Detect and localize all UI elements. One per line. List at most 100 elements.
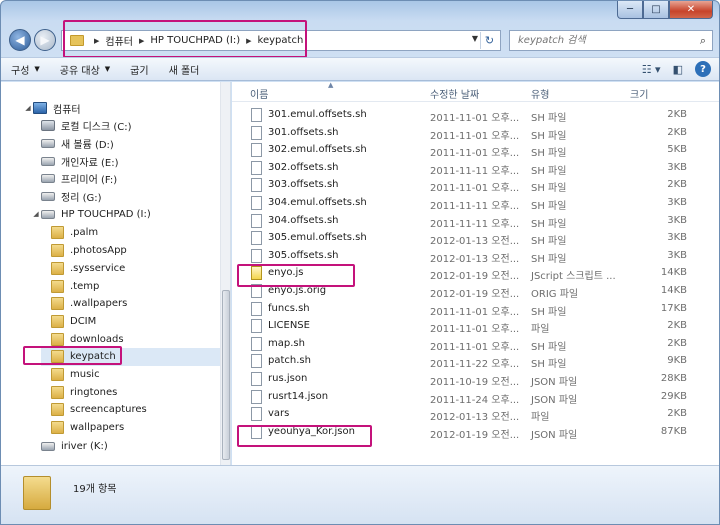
file-name: 301.emul.offsets.sh <box>268 109 367 120</box>
file-row[interactable]: enyo.js 2012-01-19 오전... JScript 스크립트 ... 1… <box>248 265 708 282</box>
file-date: 2011-11-01 오후... <box>430 324 520 336</box>
file-name: map.sh <box>268 337 305 349</box>
column-type[interactable]: 유형 <box>531 86 549 101</box>
nav-item[interactable]: .temp <box>41 277 220 295</box>
breadcrumb-computer[interactable]: 컴퓨터 <box>105 33 133 48</box>
file-row[interactable]: 301.offsets.sh 2011-11-01 오후... SH 파일 2KB <box>248 125 708 142</box>
file-row[interactable]: enyo.js.orig 2012-01-19 오전... ORIG 파일 14KB <box>248 283 708 300</box>
address-bar[interactable]: ▶ 컴퓨터 ▶ HP TOUCHPAD (I:) ▶ keypatch ▼ ↻ <box>61 30 501 51</box>
nav-item[interactable]: ringtones <box>41 383 220 401</box>
arrow-right-icon: ▶ <box>40 33 50 47</box>
nav-item[interactable]: DCIM <box>41 312 220 330</box>
nav-item[interactable]: 개인자료 (E:) <box>31 152 220 170</box>
forward-button[interactable]: ▶ <box>34 29 56 51</box>
nav-item[interactable]: .photosApp <box>41 242 220 260</box>
file-row[interactable]: 304.emul.offsets.sh 2011-11-11 오후... SH 파일… <box>248 195 708 212</box>
file-row[interactable]: 304.offsets.sh 2011-11-11 오후... SH 파일 3KB <box>248 213 708 230</box>
navigation-pane: ◢ 컴퓨터 로컬 디스크 (C:) 새 볼륨 (D:) 개인자료 (E:) 프리미어 (F… <box>1 82 231 465</box>
file-row[interactable]: vars 2012-01-13 오전... 파일 2KB <box>248 406 708 423</box>
file-icon <box>251 248 262 263</box>
view-options-icon[interactable]: ☷ ▾ <box>642 63 661 76</box>
maximize-button[interactable]: □ <box>643 1 669 19</box>
sort-ascending-icon: ▲ <box>328 81 334 89</box>
new-folder-button[interactable]: 새 폴더 <box>159 62 210 77</box>
minimize-button[interactable]: ─ <box>617 1 643 19</box>
file-row[interactable]: 302.offsets.sh 2011-11-11 오후... SH 파일 3KB <box>248 160 708 177</box>
file-row[interactable]: rusrt14.json 2011-11-24 오후... JSON 파일 29KB <box>248 389 708 406</box>
address-history-dropdown[interactable]: ▼ <box>472 34 478 43</box>
expand-arrow-icon[interactable]: ◢ <box>31 210 41 218</box>
refresh-icon[interactable]: ↻ <box>480 32 498 49</box>
file-row[interactable]: map.sh 2011-11-01 오후... SH 파일 2KB <box>248 336 708 353</box>
file-row[interactable]: 301.emul.offsets.sh 2011-11-01 오후... SH 파일… <box>248 107 708 124</box>
nav-item[interactable]: screencaptures <box>41 401 220 419</box>
nav-item[interactable]: keypatch <box>41 347 220 366</box>
nav-item-label: 새 볼륨 (D:) <box>61 139 114 151</box>
file-row[interactable]: 305.emul.offsets.sh 2012-01-13 오전... SH 파일… <box>248 230 708 247</box>
nav-item[interactable]: music <box>41 366 220 384</box>
nav-item-label: wallpapers <box>70 422 125 434</box>
file-size: 17KB <box>660 302 687 314</box>
file-row[interactable]: 303.offsets.sh 2011-11-01 오후... SH 파일 2KB <box>248 177 708 194</box>
preview-pane-icon[interactable]: ◧ <box>673 63 683 76</box>
file-row[interactable]: rus.json 2011-10-19 오전... JSON 파일 28KB <box>248 371 708 388</box>
file-type: SH 파일 <box>531 148 567 160</box>
file-icon <box>251 301 262 316</box>
column-date[interactable]: 수정한 날짜 <box>430 86 479 101</box>
drive-icon <box>41 441 55 451</box>
nav-item[interactable]: 새 볼륨 (D:) <box>31 134 220 152</box>
nav-item[interactable]: ◢ HP TOUCHPAD (I:) <box>31 205 220 223</box>
file-name: patch.sh <box>268 355 311 367</box>
file-row[interactable]: funcs.sh 2011-11-01 오후... SH 파일 17KB <box>248 301 708 318</box>
nav-item[interactable]: downloads <box>41 330 220 348</box>
breadcrumb-drive[interactable]: HP TOUCHPAD (I:) <box>150 35 240 46</box>
nav-scrollbar[interactable] <box>220 82 230 465</box>
share-button[interactable]: 공유 대상 ▼ <box>50 62 120 77</box>
nav-item[interactable]: .palm <box>41 224 220 242</box>
file-type: SH 파일 <box>531 201 567 212</box>
breadcrumb-folder[interactable]: keypatch <box>258 35 304 46</box>
drive-icon <box>41 138 55 148</box>
computer-icon <box>33 102 47 114</box>
chevron-right-icon[interactable]: ▶ <box>94 37 99 45</box>
chevron-right-icon[interactable]: ▶ <box>246 37 251 45</box>
file-icon <box>251 178 262 193</box>
nav-item[interactable]: 정리 (G:) <box>31 188 220 206</box>
nav-item[interactable]: ◢ 컴퓨터 <box>23 99 220 117</box>
chevron-right-icon[interactable]: ▶ <box>139 37 144 45</box>
nav-item[interactable]: .sysservice <box>41 259 220 277</box>
column-size[interactable]: 크기 <box>630 86 648 101</box>
burn-button[interactable]: 굽기 <box>120 62 158 77</box>
help-icon[interactable]: ? <box>695 61 711 77</box>
nav-item[interactable]: .wallpapers <box>41 295 220 313</box>
file-type: JScript 스크립트 ... <box>531 271 616 283</box>
close-button[interactable]: ✕ <box>669 1 713 19</box>
expand-arrow-icon[interactable]: ◢ <box>23 104 33 112</box>
drive-icon <box>41 156 55 166</box>
removable-drive-icon <box>41 209 55 219</box>
search-box[interactable]: ⌕ <box>509 30 713 51</box>
column-name[interactable]: 이름 <box>250 86 268 101</box>
nav-item[interactable]: wallpapers <box>41 419 220 437</box>
nav-item[interactable]: 프리미어 (F:) <box>31 170 220 188</box>
folder-large-icon <box>23 476 51 510</box>
search-icon[interactable]: ⌕ <box>700 34 706 48</box>
nav-item[interactable]: iriver (K:) <box>31 437 220 455</box>
file-row[interactable]: 305.offsets.sh 2012-01-13 오전... SH 파일 3KB <box>248 248 708 265</box>
file-row[interactable]: 302.emul.offsets.sh 2011-11-01 오후... SH 파일… <box>248 142 708 159</box>
file-name: 304.emul.offsets.sh <box>268 197 367 208</box>
file-date: 2012-01-19 오전... <box>430 429 520 441</box>
file-date: 2011-11-22 오후... <box>430 359 520 371</box>
file-size: 29KB <box>660 390 687 402</box>
search-input[interactable] <box>516 34 686 47</box>
file-size: 3KB <box>667 197 687 208</box>
nav-item[interactable]: 로컬 디스크 (C:) <box>31 117 220 135</box>
file-row[interactable]: patch.sh 2011-11-22 오후... SH 파일 9KB <box>248 353 708 370</box>
file-row[interactable]: yeouhya_Kor.json 2012-01-19 오전... JSON 파일 8… <box>248 424 708 441</box>
back-button[interactable]: ◀ <box>9 29 31 51</box>
file-row[interactable]: LICENSE 2011-11-01 오후... 파일 2KB <box>248 318 708 335</box>
file-name: 305.offsets.sh <box>268 249 339 261</box>
nav-scrollbar-thumb[interactable] <box>222 290 230 460</box>
organize-button[interactable]: 구성 ▼ <box>1 62 50 77</box>
nav-item-label: iriver (K:) <box>61 440 108 452</box>
